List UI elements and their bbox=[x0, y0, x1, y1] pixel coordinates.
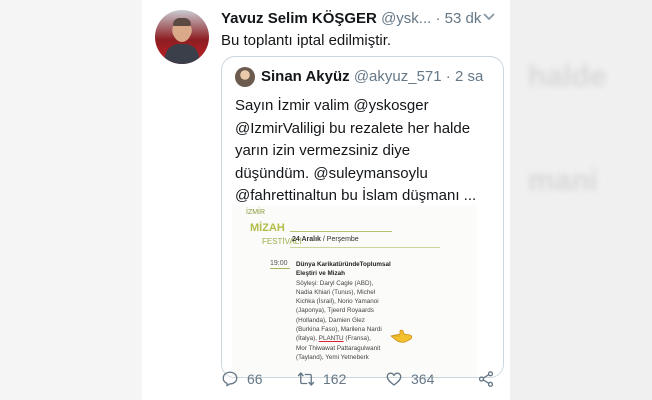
tweet-timestamp[interactable]: 53 dk bbox=[445, 10, 482, 27]
retweet-count: 162 bbox=[323, 371, 347, 387]
poster-city-label: İZMİR bbox=[246, 209, 266, 216]
poster-hour: 19:00 bbox=[270, 260, 288, 267]
reply-button[interactable]: 66 bbox=[221, 370, 263, 388]
tweet-actions: 66 162 364 bbox=[221, 370, 501, 392]
poster-body-line: Söyleşi: Daryl Cagle (ABD), bbox=[296, 279, 374, 287]
poster-body-line: (Burkina Faso), Marilena Nardi bbox=[296, 326, 382, 334]
reply-icon bbox=[222, 371, 238, 387]
poster-body-line: (Hollanda), Damien Glez bbox=[296, 316, 365, 324]
quoted-tweet-text: Sayın İzmir valim @yskosger @IzmirValili… bbox=[235, 95, 497, 208]
background-blurred-text: halde bbox=[528, 60, 607, 93]
tweet-card[interactable]: Yavuz Selim KÖŞGER @ysk... · 53 dk Bu to… bbox=[142, 0, 510, 400]
poster-divider bbox=[290, 247, 440, 248]
share-button[interactable] bbox=[477, 370, 495, 388]
poster-hour-underline bbox=[270, 268, 290, 269]
author-handle[interactable]: @ysk... bbox=[381, 10, 431, 27]
reply-count: 66 bbox=[247, 371, 263, 387]
quoted-text-line: düşündüm. @suleymansoylu bbox=[235, 164, 428, 182]
quoted-text-line: Sayın İzmir valim @yskosger bbox=[235, 97, 429, 114]
poster-body-line: (Japonya), Tjeerd Royaards bbox=[296, 307, 374, 315]
quoted-tweet-timestamp[interactable]: 2 sa bbox=[455, 68, 483, 85]
poster-highlight-name: PLANTU bbox=[318, 335, 344, 343]
quoted-text-line: @IzmirValiligi bu rezalete her halde bbox=[235, 119, 471, 137]
quoted-author-name[interactable]: Sinan Akyüz bbox=[261, 68, 350, 85]
poster-body-line: Mor Thiwawat Pattaragulwanit bbox=[296, 344, 381, 352]
like-button[interactable]: 364 bbox=[385, 370, 434, 388]
author-avatar[interactable] bbox=[155, 10, 209, 64]
avatar-hair bbox=[173, 18, 191, 26]
poster-body-line: (Tayland), Yemi Yetneberk bbox=[296, 353, 369, 361]
poster-date: 24 Aralık / Perşembe bbox=[292, 236, 359, 243]
poster-body: Dünya KarikatüründeToplumsal Eleştiri ve… bbox=[296, 260, 446, 362]
pointing-hand-icon bbox=[390, 329, 413, 343]
quoted-tweet-image[interactable]: İZMİR MİZAH FESTİVALİ 24 Aralık / Perşem… bbox=[222, 205, 503, 377]
poster-festival-word: MİZAH bbox=[250, 222, 285, 234]
avatar-suit bbox=[165, 44, 199, 64]
separator-dot: · bbox=[435, 10, 441, 27]
poster-body-prefix: (İtalya), bbox=[296, 335, 317, 343]
retweet-icon bbox=[297, 372, 315, 386]
quoted-tweet-header: Sinan Akyüz @akyuz_571 · 2 sa bbox=[261, 68, 483, 85]
background-right-panel: halde mani bbox=[510, 0, 652, 400]
poster-festival-sub: FESTİVALİ bbox=[262, 237, 302, 246]
like-icon bbox=[386, 372, 402, 386]
retweet-button[interactable]: 162 bbox=[297, 370, 346, 388]
caret-down-icon[interactable] bbox=[482, 12, 496, 22]
like-count: 364 bbox=[411, 371, 435, 387]
poster-title-line: Dünya KarikatüründeToplumsal bbox=[296, 261, 391, 268]
festival-poster: İZMİR MİZAH FESTİVALİ 24 Aralık / Perşem… bbox=[232, 205, 477, 377]
poster-weekday: Perşembe bbox=[326, 236, 359, 243]
poster-body-line: Kichka (İsrail), Norio Yamanoi bbox=[296, 298, 379, 306]
poster-highlight-suffix: (Fransa), bbox=[345, 335, 371, 343]
tweet-header: Yavuz Selim KÖŞGER @ysk... · 53 dk bbox=[221, 10, 501, 27]
quoted-text-line: yarın izin vermezsiniz diye bbox=[235, 142, 411, 159]
tweet-text: Bu toplantı iptal edilmiştir. bbox=[221, 32, 392, 49]
poster-body-line-highlight: (İtalya), PLANTU (Fransa), bbox=[296, 334, 446, 343]
quoted-author-handle[interactable]: @akyuz_571 bbox=[354, 68, 442, 85]
separator-dot: · bbox=[445, 68, 451, 85]
quoted-tweet[interactable]: Sinan Akyüz @akyuz_571 · 2 sa Sayın İzmi… bbox=[221, 56, 504, 378]
poster-title-line: Eleştiri ve Mizah bbox=[296, 270, 345, 278]
background-blurred-text: mani bbox=[528, 164, 599, 197]
author-name[interactable]: Yavuz Selim KÖŞGER bbox=[221, 10, 377, 27]
poster-body-line: Nadia Khiari (Tunus), Michel bbox=[296, 288, 376, 296]
share-icon bbox=[478, 371, 494, 387]
quoted-author-avatar[interactable] bbox=[235, 67, 255, 87]
poster-date-day: 24 Aralık bbox=[292, 236, 321, 243]
background-left-panel bbox=[0, 0, 142, 400]
